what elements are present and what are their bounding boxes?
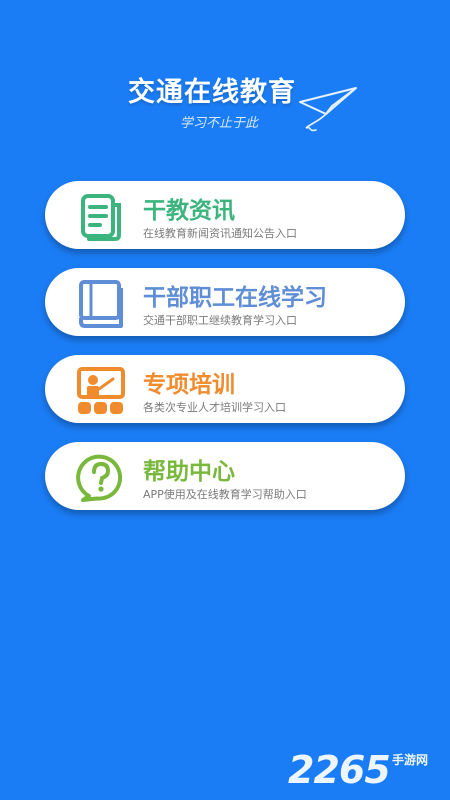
menu-item-news[interactable]: 干教资讯 在线教育新闻资讯通知公告入口 xyxy=(45,181,405,249)
menu-item-title: 专项培训 xyxy=(143,372,235,398)
book-icon xyxy=(79,280,123,328)
menu-item-subtitle: 在线教育新闻资讯通知公告入口 xyxy=(143,227,297,240)
menu-item-online-learning[interactable]: 干部职工在线学习 交通干部职工继续教育学习入口 xyxy=(45,268,405,336)
menu-item-subtitle: APP使用及在线教育学习帮助入口 xyxy=(143,488,307,501)
help-question-icon xyxy=(76,454,123,502)
watermark-number: 2265 xyxy=(288,748,391,792)
watermark-text: 手游网 xyxy=(392,753,429,767)
menu-item-title: 干部职工在线学习 xyxy=(143,285,327,311)
menu-item-subtitle: 交通干部职工继续教育学习入口 xyxy=(143,314,297,327)
menu-item-special-training[interactable]: 专项培训 各类次专业人才培训学习入口 xyxy=(45,355,405,423)
main-menu: 干教资讯 在线教育新闻资讯通知公告入口 干部职工在线学习 交通干部职工继续教育学… xyxy=(45,181,405,529)
menu-item-subtitle: 各类次专业人才培训学习入口 xyxy=(143,401,286,414)
paper-plane-icon xyxy=(299,87,357,132)
app-header: 交通在线教育 学习不止于此 xyxy=(0,62,450,142)
menu-item-help-center[interactable]: 帮助中心 APP使用及在线教育学习帮助入口 xyxy=(45,442,405,510)
site-watermark: 2265 手游网 xyxy=(288,748,444,792)
app-slogan: 学习不止于此 xyxy=(180,116,259,131)
menu-item-title: 干教资讯 xyxy=(143,198,235,224)
classroom-training-icon xyxy=(77,367,125,414)
menu-item-title: 帮助中心 xyxy=(143,459,235,485)
news-document-icon xyxy=(81,194,121,241)
